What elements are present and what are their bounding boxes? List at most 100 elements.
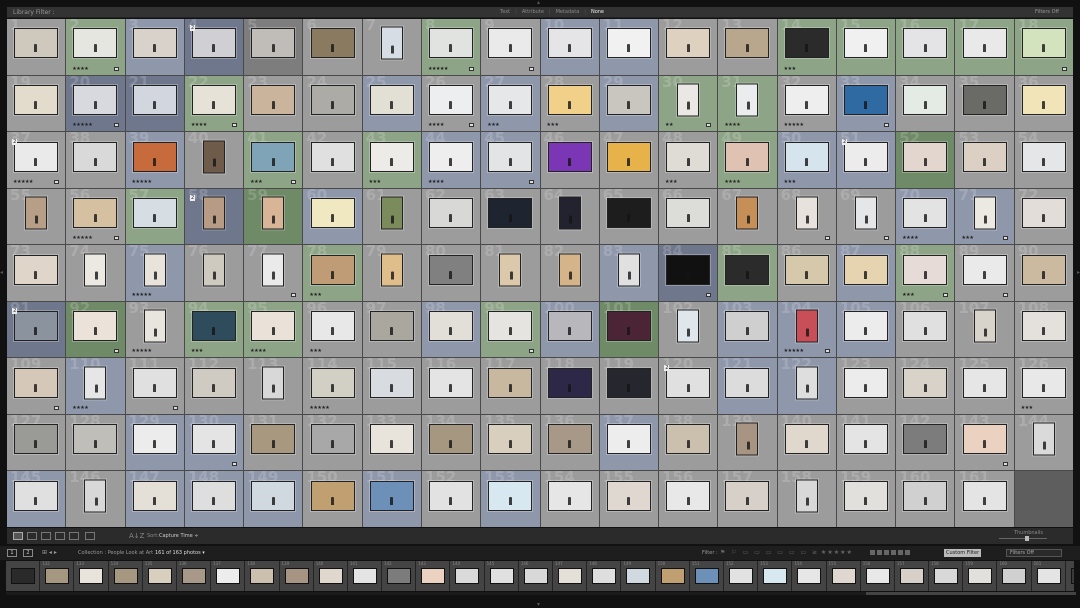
grid-cell[interactable]: 54 [1014,132,1073,188]
edited-badge-icon[interactable] [113,66,119,71]
grid-cell[interactable]: 158 [777,471,836,527]
photo-thumbnail[interactable] [310,141,355,172]
photo-thumbnail[interactable] [429,311,474,342]
photo-thumbnail[interactable] [666,28,711,59]
star-rating[interactable]: ★★★ [784,179,796,185]
grid-cell[interactable]: 12 [659,19,718,75]
photo-thumbnail[interactable] [429,84,474,115]
grid-cell[interactable]: 18 [1014,19,1073,75]
edited-badge-icon[interactable] [884,236,890,241]
grid-cell[interactable]: 108 [1014,301,1073,358]
grid-cell[interactable]: 34 [896,75,955,132]
filmstrip-thumbnail[interactable] [11,568,35,584]
photo-thumbnail[interactable] [191,84,236,115]
grid-cell[interactable]: 86 [777,245,836,301]
grid-cell[interactable]: 120 2 [659,358,718,414]
filmstrip-thumbnail[interactable] [387,568,412,584]
grid-cell[interactable]: 101 [599,301,659,358]
grid-cell[interactable]: 32 ★★★★★ [777,75,836,132]
photo-thumbnail[interactable] [784,84,829,115]
photo-thumbnail[interactable] [369,311,414,342]
photo-thumbnail[interactable] [903,28,948,59]
grid-cell[interactable]: 43 ★★★ [362,132,421,188]
photo-thumbnail[interactable] [903,424,948,455]
photo-thumbnail[interactable] [547,480,592,511]
photo-thumbnail[interactable] [547,311,592,342]
grid-cell[interactable]: 35 [955,75,1014,132]
grid-cell[interactable]: 44 ★★★★ [421,132,481,188]
photo-thumbnail[interactable] [606,28,651,59]
edited-badge-icon[interactable] [706,292,712,297]
photo-thumbnail[interactable] [191,480,236,511]
photo-thumbnail[interactable] [784,28,829,59]
photo-thumbnail[interactable] [73,311,118,342]
edited-badge-icon[interactable] [528,349,534,354]
star-rating[interactable]: ★★★ [902,292,914,298]
photo-thumbnail[interactable] [1021,311,1066,342]
star-rating[interactable]: ★★★★★ [132,292,152,298]
grid-cell[interactable]: 6 [303,19,362,75]
photo-thumbnail[interactable] [962,367,1007,398]
filmstrip-frame[interactable]: 132 [40,561,74,591]
photo-thumbnail[interactable] [310,84,355,115]
filmstrip-frame[interactable]: 143 [416,561,450,591]
photo-thumbnail[interactable] [84,253,107,287]
photo-thumbnail[interactable] [962,254,1007,285]
star-rating[interactable]: ★★★★ [428,179,444,185]
grid-cell[interactable]: 109 [7,358,66,414]
grid-cell[interactable]: 156 [659,471,718,527]
stack-count-badge[interactable]: 2 [12,308,18,315]
thumbnail-size-slider[interactable] [999,538,1047,539]
photo-thumbnail[interactable] [380,253,403,287]
edited-badge-icon[interactable] [1002,462,1008,467]
grid-cell[interactable]: 39 ★★★★★ [125,132,184,188]
filmstrip-frame[interactable]: 159 [963,561,997,591]
filmstrip-frame[interactable]: 160 [997,561,1031,591]
photo-thumbnail[interactable] [903,367,948,398]
grid-cell[interactable]: 24 [303,75,362,132]
grid-cell[interactable]: 15 [836,19,896,75]
photo-thumbnail[interactable] [488,84,533,115]
grid-cell[interactable]: 99 [481,301,540,358]
grid-cell[interactable]: 22 ★★★★ [184,75,244,132]
photo-thumbnail[interactable] [488,424,533,455]
star-rating[interactable]: ★★ [665,122,673,128]
flag-filter-icons[interactable]: ⚑ ⚐ ▭ ▭ ▭ ▭ ▭ ▭ [720,546,808,560]
grid-cell[interactable]: 138 [659,414,718,471]
edited-badge-icon[interactable] [54,405,60,410]
photo-thumbnail[interactable] [251,480,296,511]
grid-cell[interactable]: 82 [540,245,599,301]
filmstrip-thumbnail[interactable] [523,568,548,584]
photo-thumbnail[interactable] [132,28,177,59]
filmstrip-thumbnail[interactable] [1002,568,1027,584]
photo-thumbnail[interactable] [202,253,225,287]
filmstrip-thumbnail[interactable] [1036,568,1061,584]
grid-cell[interactable]: 132 [303,414,362,471]
filmstrip-thumbnail[interactable] [763,568,788,584]
grid-cell[interactable]: 1 [7,19,66,75]
compare-view-button[interactable] [41,532,51,540]
photo-thumbnail[interactable] [1021,141,1066,172]
edited-badge-icon[interactable] [172,405,178,410]
grid-cell[interactable]: 28 ★★★ [540,75,599,132]
grid-view-button[interactable] [13,532,23,540]
photo-thumbnail[interactable] [132,84,177,115]
grid-cell[interactable]: 19 [7,75,66,132]
filmstrip-thumbnail[interactable] [318,568,343,584]
edited-badge-icon[interactable] [884,123,890,128]
photo-thumbnail[interactable] [1021,367,1066,398]
filmstrip-frame[interactable]: 161 [1031,561,1065,591]
grid-cell[interactable]: 116 [421,358,481,414]
photo-thumbnail[interactable] [736,196,759,230]
people-view-button[interactable] [69,532,79,540]
filmstrip-thumbnail[interactable] [45,568,70,584]
star-rating[interactable]: ★★★★ [250,348,266,354]
photo-thumbnail[interactable] [725,480,770,511]
grid-cell[interactable]: 94 ★★★ [184,301,244,358]
grid-cell[interactable]: 88 ★★★ [896,245,955,301]
grid-cell[interactable]: 84 [659,245,718,301]
photo-thumbnail[interactable] [202,140,225,174]
edited-badge-icon[interactable] [232,462,238,467]
star-rating[interactable]: ★★★★★ [428,66,448,72]
grid-cell[interactable]: 154 [540,471,599,527]
